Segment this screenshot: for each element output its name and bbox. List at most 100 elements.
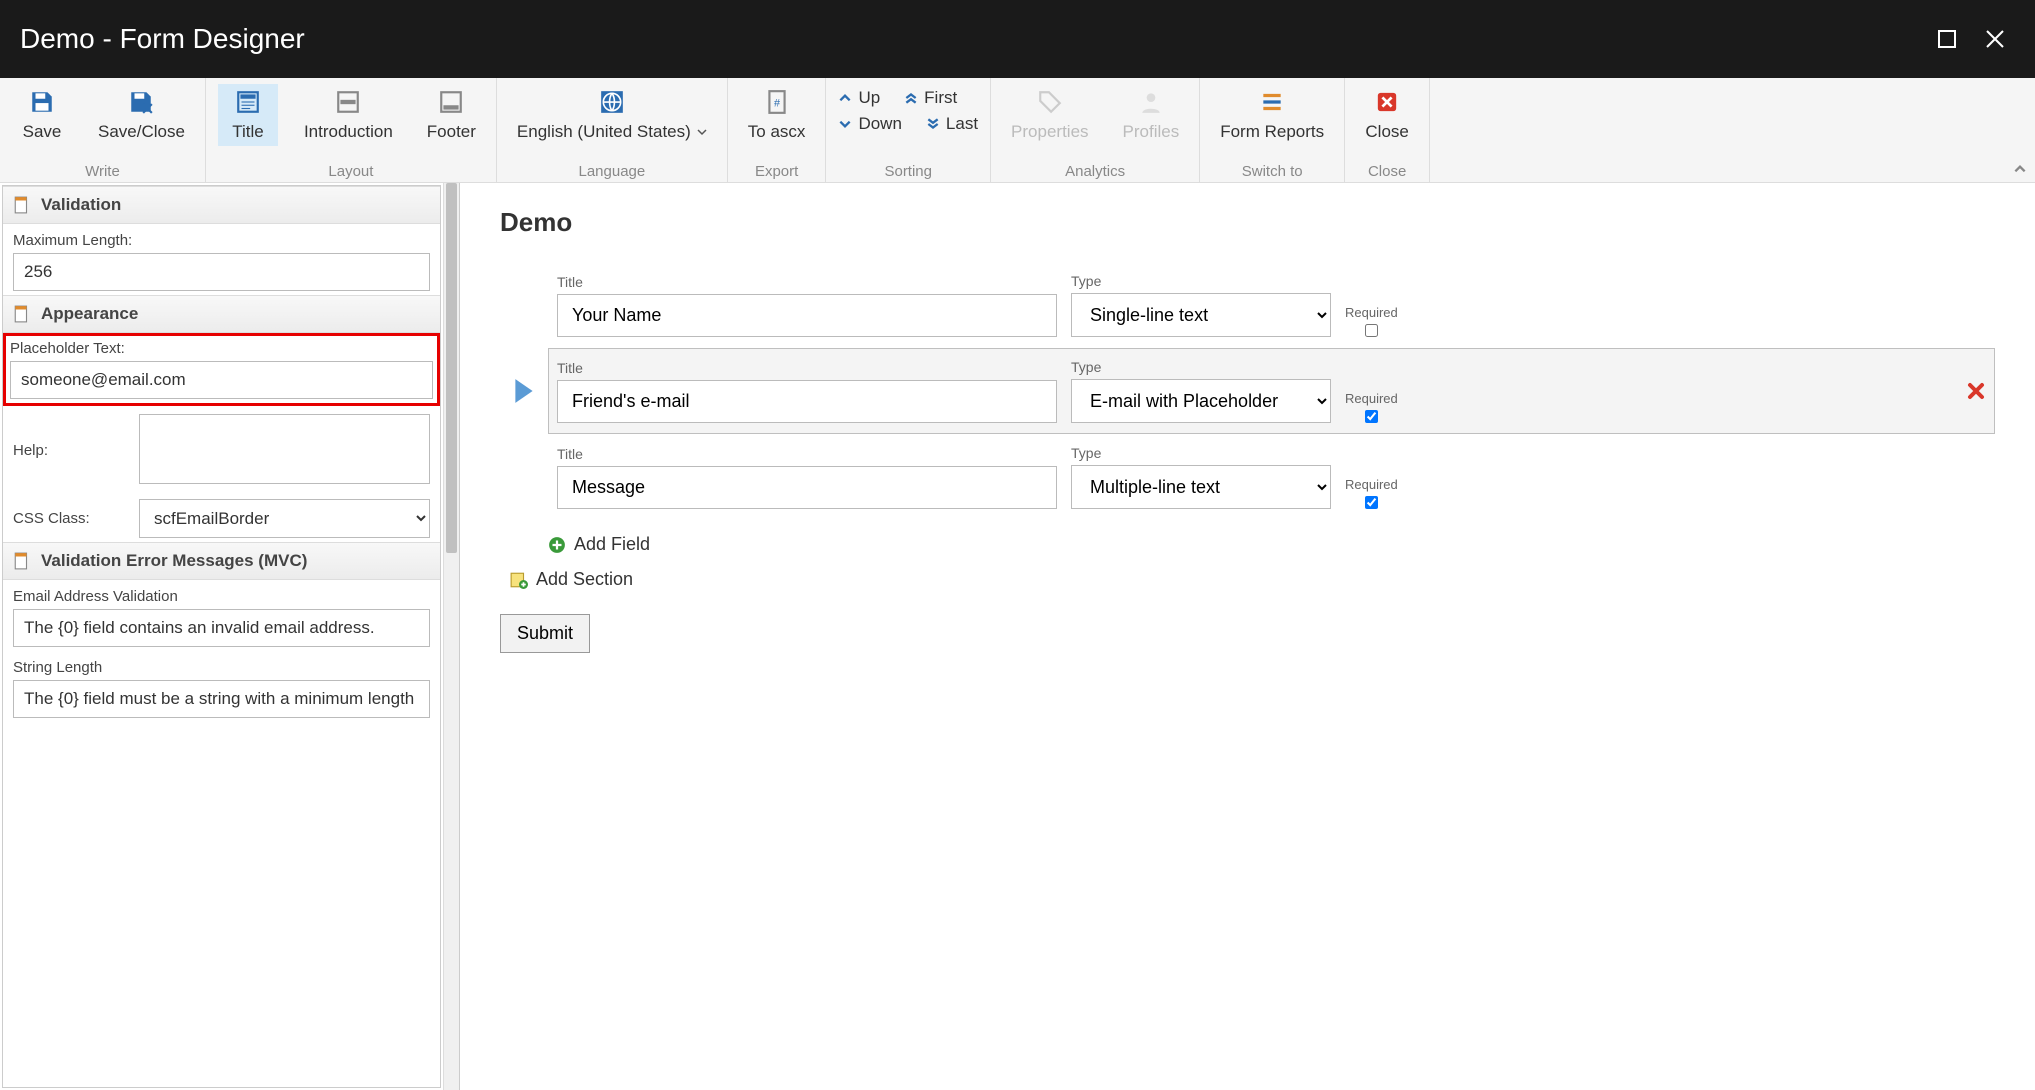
report-icon	[1258, 88, 1286, 116]
svg-text:#: #	[774, 97, 780, 109]
ribbon-group-label: Switch to	[1242, 163, 1303, 180]
property-panel: Validation Maximum Length: Appearance Pl…	[0, 183, 460, 1090]
chevron-double-up-icon	[904, 91, 918, 105]
profiles-button[interactable]: Profiles	[1115, 84, 1188, 146]
close-button[interactable]: Close	[1357, 84, 1417, 146]
required-checkbox[interactable]	[1365, 324, 1378, 337]
footer-button[interactable]: Footer	[419, 84, 484, 146]
field-type-select[interactable]: E-mail with Placeholder	[1071, 379, 1331, 423]
form-reports-button[interactable]: Form Reports	[1212, 84, 1332, 146]
css-class-row: CSS Class: scfEmailBorder	[3, 491, 440, 542]
field-type-select[interactable]: Single-line text	[1071, 293, 1331, 337]
ribbon-collapse-button[interactable]	[2013, 162, 2027, 176]
document-icon	[13, 552, 31, 570]
add-section-icon	[510, 571, 528, 589]
chevron-up-icon	[838, 91, 852, 105]
field-title-input[interactable]	[557, 380, 1057, 423]
properties-button[interactable]: Properties	[1003, 84, 1096, 146]
sort-up-button[interactable]: Up	[838, 88, 880, 108]
email-validation-row: Email Address Validation	[3, 580, 440, 651]
help-label: Help:	[13, 442, 123, 459]
section-errors[interactable]: Validation Error Messages (MVC)	[3, 542, 440, 580]
css-class-select[interactable]: scfEmailBorder	[139, 499, 430, 538]
ribbon-group-export: # To ascx Export	[728, 78, 827, 182]
save-close-button[interactable]: Save/Close	[90, 84, 193, 146]
title-button[interactable]: Title	[218, 84, 278, 146]
save-icon	[28, 88, 56, 116]
save-button[interactable]: Save	[12, 84, 72, 146]
email-validation-label: Email Address Validation	[13, 588, 430, 605]
add-field-button[interactable]: Add Field	[548, 534, 1995, 555]
placeholder-row: Placeholder Text:	[3, 333, 440, 406]
export-icon: #	[763, 88, 791, 116]
introduction-button[interactable]: Introduction	[296, 84, 401, 146]
placeholder-label: Placeholder Text:	[10, 340, 433, 357]
form-heading: Demo	[500, 207, 1995, 238]
globe-icon	[598, 88, 626, 116]
ribbon-group-analytics: Properties Profiles Analytics	[991, 78, 1200, 182]
type-label: Type	[1071, 273, 1331, 289]
sort-down-button[interactable]: Down	[838, 114, 901, 134]
ribbon-group-switchto: Form Reports Switch to	[1200, 78, 1345, 182]
footer-icon	[437, 88, 465, 116]
required-label: Required	[1345, 477, 1398, 492]
submit-button[interactable]: Submit	[500, 614, 590, 653]
chevron-down-icon	[697, 127, 707, 137]
ribbon-group-label: Analytics	[1065, 163, 1125, 180]
help-input[interactable]	[139, 414, 430, 484]
ribbon-group-label: Language	[578, 163, 645, 180]
panel-scrollbar[interactable]	[443, 183, 459, 1090]
document-icon	[13, 196, 31, 214]
delete-field-button[interactable]	[1966, 381, 1986, 401]
ribbon-group-close: Close Close	[1345, 78, 1430, 182]
title-label: Title	[557, 274, 1057, 290]
add-section-button[interactable]: Add Section	[510, 569, 1995, 590]
language-button[interactable]: English (United States)	[509, 84, 715, 146]
form-canvas: Demo TitleTypeSingle-line textRequiredTi…	[460, 183, 2035, 1090]
form-field-row[interactable]: Title Type Multiple-line text Required	[548, 434, 1995, 520]
field-title-input[interactable]	[557, 294, 1057, 337]
delete-icon	[1966, 381, 1986, 401]
max-length-input[interactable]	[13, 253, 430, 291]
titlebar: Demo - Form Designer	[0, 0, 2035, 78]
section-appearance[interactable]: Appearance	[3, 295, 440, 333]
string-length-label: String Length	[13, 659, 430, 676]
ribbon-group-label: Export	[755, 163, 798, 180]
main-area: Validation Maximum Length: Appearance Pl…	[0, 183, 2035, 1090]
string-length-row: String Length	[3, 651, 440, 722]
ribbon-group-layout: Title Introduction Footer Layout	[206, 78, 497, 182]
required-checkbox[interactable]	[1365, 410, 1378, 423]
email-validation-input[interactable]	[13, 609, 430, 647]
ribbon: Save Save/Close Write Title	[0, 78, 2035, 183]
to-ascx-button[interactable]: # To ascx	[740, 84, 814, 146]
css-class-label: CSS Class:	[13, 510, 123, 527]
maximize-icon	[1937, 29, 1957, 49]
form-field-row[interactable]: TitleTypeE-mail with PlaceholderRequired	[548, 348, 1995, 434]
close-icon	[1985, 29, 2005, 49]
ribbon-group-label: Sorting	[884, 163, 932, 180]
help-row: Help:	[3, 406, 440, 491]
ribbon-group-write: Save Save/Close Write	[0, 78, 206, 182]
placeholder-input[interactable]	[10, 361, 433, 399]
string-length-input[interactable]	[13, 680, 430, 718]
section-validation[interactable]: Validation	[3, 186, 440, 224]
scrollbar-thumb[interactable]	[446, 183, 457, 553]
required-checkbox[interactable]	[1365, 496, 1378, 509]
type-label: Type	[1071, 359, 1331, 375]
window-close-button[interactable]	[1975, 19, 2015, 59]
chevron-down-icon	[838, 117, 852, 131]
add-icon	[548, 536, 566, 554]
field-title-input[interactable]	[557, 466, 1057, 509]
form-field-row[interactable]: TitleTypeSingle-line textRequired	[548, 262, 1995, 348]
window-maximize-button[interactable]	[1927, 19, 1967, 59]
type-label: Type	[1071, 445, 1331, 461]
ribbon-group-label: Layout	[328, 163, 373, 180]
sort-last-button[interactable]: Last	[926, 114, 978, 134]
row-pointer-icon	[513, 377, 535, 405]
window-title: Demo - Form Designer	[20, 23, 1919, 55]
title-label: Title	[557, 360, 1057, 376]
sort-first-button[interactable]: First	[904, 88, 957, 108]
title-label: Title	[557, 446, 1057, 462]
field-type-select[interactable]: Multiple-line text	[1071, 465, 1331, 509]
ribbon-group-label: Close	[1368, 163, 1406, 180]
